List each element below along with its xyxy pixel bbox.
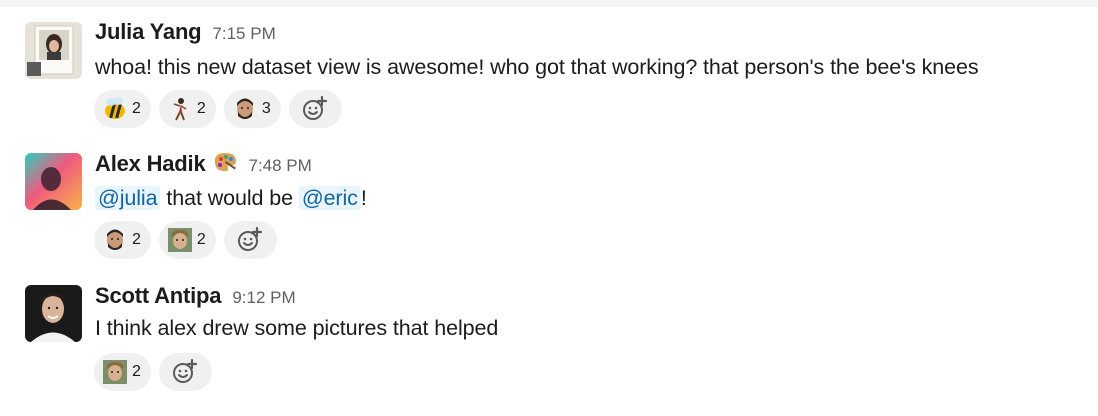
timestamp[interactable]: 7:15 PM [212,24,275,44]
reaction-count: 2 [132,231,141,248]
reaction-photo-face[interactable]: 2 [158,221,216,259]
face-emoji [232,96,258,122]
reaction-count: 2 [132,363,141,380]
reaction-count: 2 [196,100,206,117]
add-emoji-icon [173,358,198,383]
reaction-bar: 2 2 [94,221,277,259]
reaction-bee[interactable]: 2 [94,90,151,128]
reaction-face[interactable]: 3 [223,90,281,128]
mention-eric[interactable]: @eric [298,186,361,210]
add-emoji-icon [303,95,328,120]
bee-emoji [102,96,128,122]
message-text-segment: ! [360,186,367,210]
author-name[interactable]: Alex Hadik [95,151,206,177]
dancer-emoji [167,96,193,122]
reaction-bar: 2 [94,353,212,391]
timestamp[interactable]: 9:12 PM [232,288,295,308]
face-emoji [102,227,128,253]
reaction-face[interactable]: 2 [94,221,151,259]
message-text-segment: that would be [160,186,299,210]
reaction-count: 2 [132,100,141,117]
avatar[interactable] [25,153,82,210]
add-reaction-button[interactable] [288,90,342,128]
photo-face-emoji [167,227,193,253]
author-name[interactable]: Julia Yang [95,19,202,45]
top-divider [0,0,1098,7]
message-text: I think alex drew some pictures that hel… [95,316,499,340]
avatar[interactable] [25,22,82,79]
reaction-bar: 2 2 3 [94,90,342,128]
reaction-count: 2 [196,231,206,248]
reaction-dancer[interactable]: 2 [158,90,216,128]
add-reaction-button[interactable] [223,221,277,259]
add-reaction-button[interactable] [158,353,212,391]
timestamp[interactable]: 7:48 PM [249,156,312,176]
message-text: @julia that would be @eric! [95,186,367,211]
palette-icon [212,151,238,178]
add-emoji-icon [238,226,263,251]
reaction-photo-face[interactable]: 2 [94,353,151,391]
message-text: whoa! this new dataset view is awesome! … [95,55,979,79]
reaction-count: 3 [261,100,271,117]
mention-julia[interactable]: @julia [95,186,161,210]
author-name[interactable]: Scott Antipa [95,283,222,309]
avatar[interactable] [25,285,82,342]
photo-face-emoji [102,359,128,385]
